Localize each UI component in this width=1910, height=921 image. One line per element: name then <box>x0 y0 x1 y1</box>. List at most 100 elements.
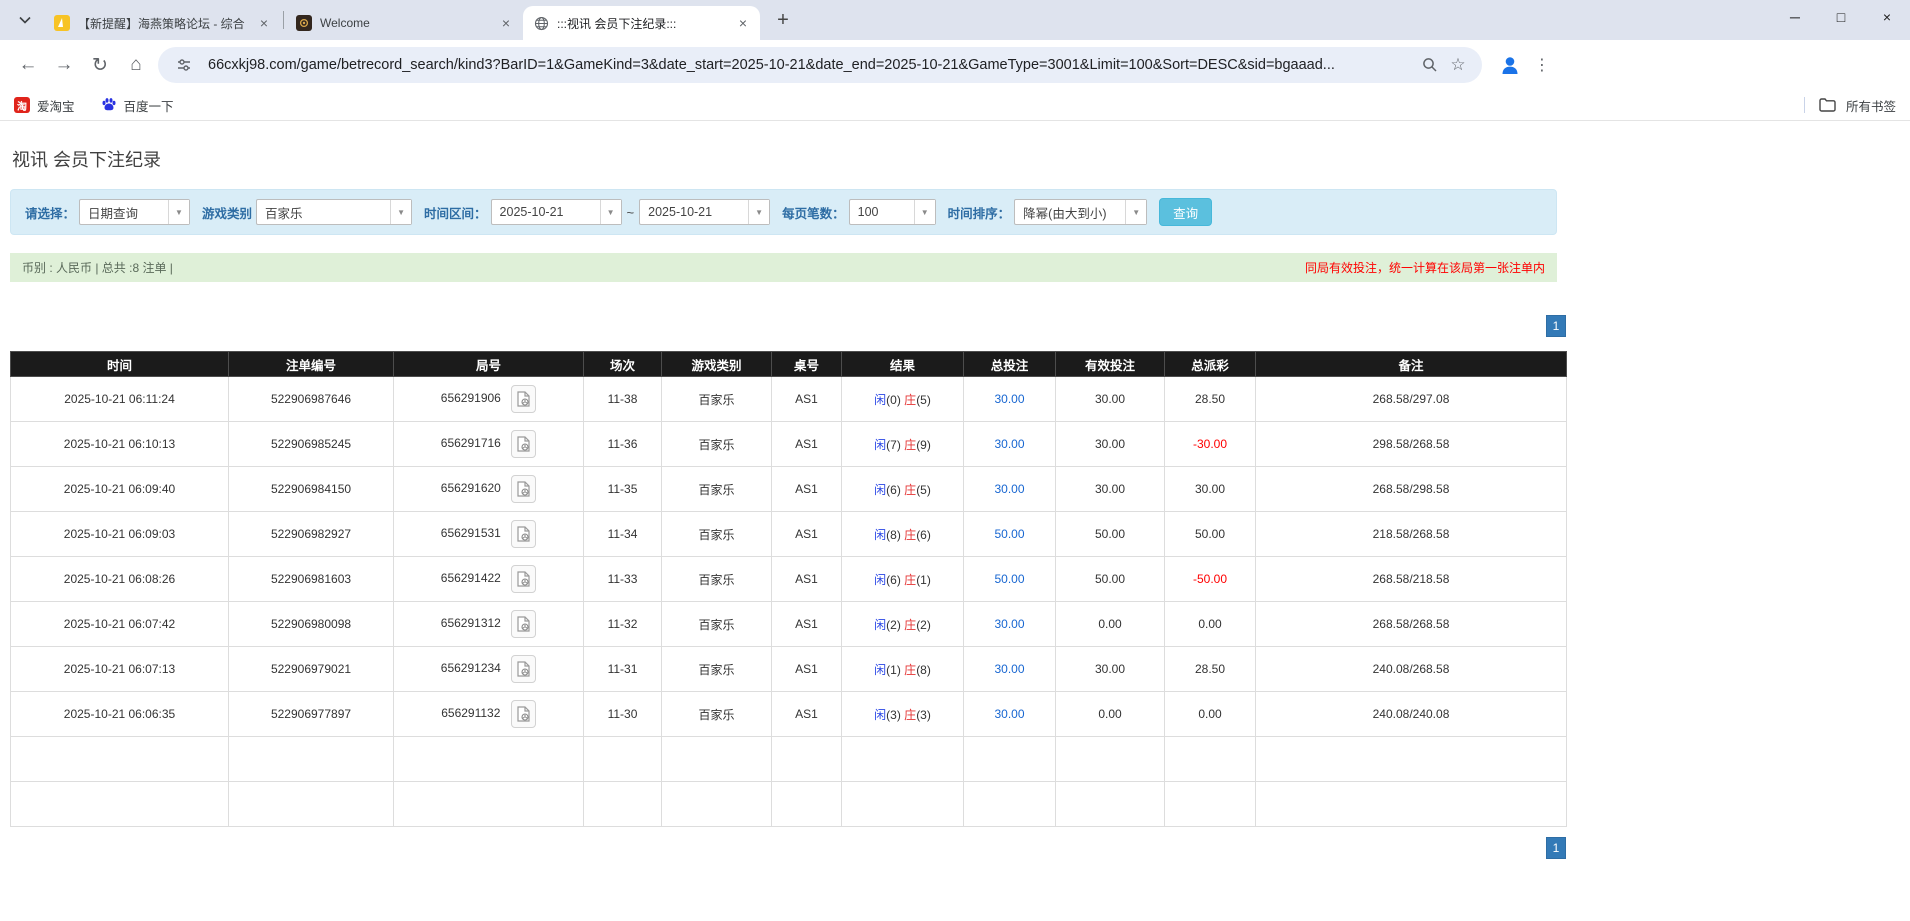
column-header: 注单编号 <box>228 351 394 377</box>
cell-total-bet[interactable]: 30.00 <box>963 646 1056 692</box>
video-record-icon[interactable] <box>510 700 536 728</box>
folder-icon <box>1819 98 1836 112</box>
cell-total-bet[interactable]: 30.00 <box>963 691 1056 737</box>
cell-table-no: AS1 <box>771 466 842 512</box>
cell-payout: 50.00 <box>1164 511 1256 557</box>
chevron-down-icon[interactable]: ▼ <box>913 200 935 224</box>
total-bet-link[interactable]: 50.00 <box>994 527 1024 541</box>
total-bet-link[interactable]: 30.00 <box>994 707 1024 721</box>
currency-summary-text: 币别 : 人民币 | 总共 :8 注单 | <box>22 261 173 275</box>
cell-total-bet[interactable]: 50.00 <box>963 556 1056 602</box>
minimize-button[interactable]: ─ <box>1772 0 1818 34</box>
video-record-icon[interactable] <box>511 430 537 458</box>
page-size-select[interactable]: 100 ▼ <box>848 199 936 225</box>
date-start-input[interactable]: 2025-10-21 ▼ <box>490 199 622 225</box>
chevron-down-icon[interactable]: ▼ <box>599 200 621 224</box>
page-content: 视讯 会员下注纪录 请选择： 日期查询 ▼ 游戏类别 百家乐 ▼ 时间区间： 2… <box>0 146 1910 859</box>
chevron-down-icon[interactable]: ▼ <box>1125 200 1147 224</box>
new-tab-button[interactable]: + <box>768 5 798 35</box>
tab-forum[interactable]: 【新提醒】海燕策略论坛 - 综合 × <box>44 6 281 40</box>
total-bet-link[interactable]: 30.00 <box>994 392 1024 406</box>
tab-close-icon[interactable]: × <box>255 14 273 32</box>
cell-round: 656291716 <box>393 421 584 467</box>
chevron-down-icon[interactable]: ▼ <box>168 200 190 224</box>
total-bet-link[interactable]: 50.00 <box>994 572 1024 586</box>
cell-result: 闲(3) 庄(3) <box>841 691 964 737</box>
tab-welcome[interactable]: Welcome × <box>286 6 523 40</box>
cell-round: 656291132 <box>393 691 584 737</box>
cell-payout: 0.00 <box>1164 601 1256 647</box>
summary-cell <box>583 736 662 782</box>
cell-total-bet[interactable]: 30.00 <box>963 376 1056 422</box>
video-record-icon[interactable] <box>511 475 537 503</box>
total-bet-link[interactable]: 30.00 <box>994 662 1024 676</box>
bookmark-baidu[interactable]: 百度一下 <box>101 96 174 115</box>
cell-valid-bet: 30.00 <box>1055 376 1165 422</box>
game-type-select[interactable]: 百家乐 ▼ <box>256 199 413 225</box>
summary-cell <box>661 781 772 827</box>
chevron-down-icon[interactable]: ▼ <box>748 200 770 224</box>
url-text[interactable]: 66cxkj98.com/game/betrecord_search/kind3… <box>208 57 1416 73</box>
filter-bar: 请选择： 日期查询 ▼ 游戏类别 百家乐 ▼ 时间区间： 2025-10-21 … <box>10 189 1557 235</box>
cell-total-bet[interactable]: 50.00 <box>963 511 1056 557</box>
video-record-icon[interactable] <box>511 385 537 413</box>
video-record-icon[interactable] <box>511 565 537 593</box>
cell-total-bet[interactable]: 30.00 <box>963 421 1056 467</box>
browser-menu-icon[interactable]: ⋮ <box>1528 47 1556 83</box>
cell-game-type: 百家乐 <box>661 376 772 422</box>
cell-payout: -50.00 <box>1164 556 1256 602</box>
query-type-select[interactable]: 日期查询 ▼ <box>79 199 191 225</box>
cell-total-bet[interactable]: 30.00 <box>963 601 1056 647</box>
site-settings-icon[interactable] <box>170 51 198 79</box>
total-bet-link[interactable]: 30.00 <box>994 617 1024 631</box>
close-button[interactable]: × <box>1864 0 1910 34</box>
tab-bet-records-active[interactable]: :::视讯 会员下注纪录::: × <box>523 6 760 40</box>
sort-select[interactable]: 降幂(由大到小) ▼ <box>1014 199 1148 225</box>
date-range-tilde: ~ <box>626 204 635 220</box>
page-1-button[interactable]: 1 <box>1546 315 1566 337</box>
date-end-input[interactable]: 2025-10-21 ▼ <box>639 199 771 225</box>
reload-icon[interactable]: ↻ <box>82 47 118 83</box>
cell-table-no: AS1 <box>771 421 842 467</box>
cell-note: 268.58/298.58 <box>1255 466 1567 512</box>
cell-note: 218.58/268.58 <box>1255 511 1567 557</box>
cell-note: 240.08/240.08 <box>1255 691 1567 737</box>
cell-bet-id: 522906977897 <box>228 691 394 737</box>
zoom-icon[interactable] <box>1416 51 1444 79</box>
cell-time: 2025-10-21 06:10:13 <box>10 421 229 467</box>
chevron-down-icon[interactable]: ▼ <box>390 200 412 224</box>
url-bar[interactable]: 66cxkj98.com/game/betrecord_search/kind3… <box>158 47 1482 83</box>
video-record-icon[interactable] <box>511 655 537 683</box>
table-row: 2025-10-21 06:07:13 522906979021 656291234… <box>10 646 1567 692</box>
summary-cell <box>661 736 772 782</box>
total-bet-link[interactable]: 30.00 <box>994 482 1024 496</box>
video-record-icon[interactable] <box>511 520 537 548</box>
profile-avatar[interactable] <box>1492 47 1528 83</box>
column-header: 备注 <box>1255 351 1567 377</box>
bookmarks-divider <box>1803 97 1805 113</box>
cell-round: 656291312 <box>393 601 584 647</box>
video-record-icon[interactable] <box>511 610 537 638</box>
tab-close-icon[interactable]: × <box>734 14 752 32</box>
tab-close-icon[interactable]: × <box>497 14 515 32</box>
all-bookmarks-label[interactable]: 所有书签 <box>1846 96 1896 115</box>
back-icon[interactable]: ← <box>10 47 46 83</box>
cell-valid-bet: 0.00 <box>1055 691 1165 737</box>
bookmark-star-icon[interactable]: ☆ <box>1444 51 1472 79</box>
summary-cell <box>841 736 964 782</box>
forward-icon[interactable]: → <box>46 47 82 83</box>
search-button[interactable]: 查询 <box>1159 198 1213 226</box>
total-bet-link[interactable]: 30.00 <box>994 437 1024 451</box>
tab-search-chevron-icon[interactable] <box>10 5 40 35</box>
cell-total-bet[interactable]: 30.00 <box>963 466 1056 512</box>
cell-result: 闲(0) 庄(5) <box>841 376 964 422</box>
cell-valid-bet: 50.00 <box>1055 511 1165 557</box>
maximize-button[interactable]: □ <box>1818 0 1864 34</box>
home-icon[interactable]: ⌂ <box>118 47 154 83</box>
globe-icon <box>533 15 549 31</box>
cell-game-type: 百家乐 <box>661 691 772 737</box>
bookmark-taobao[interactable]: 淘 爱淘宝 <box>14 96 75 115</box>
taobao-icon: 淘 <box>14 97 30 113</box>
page-1-button[interactable]: 1 <box>1546 837 1566 859</box>
select-type-label: 请选择： <box>25 206 76 221</box>
